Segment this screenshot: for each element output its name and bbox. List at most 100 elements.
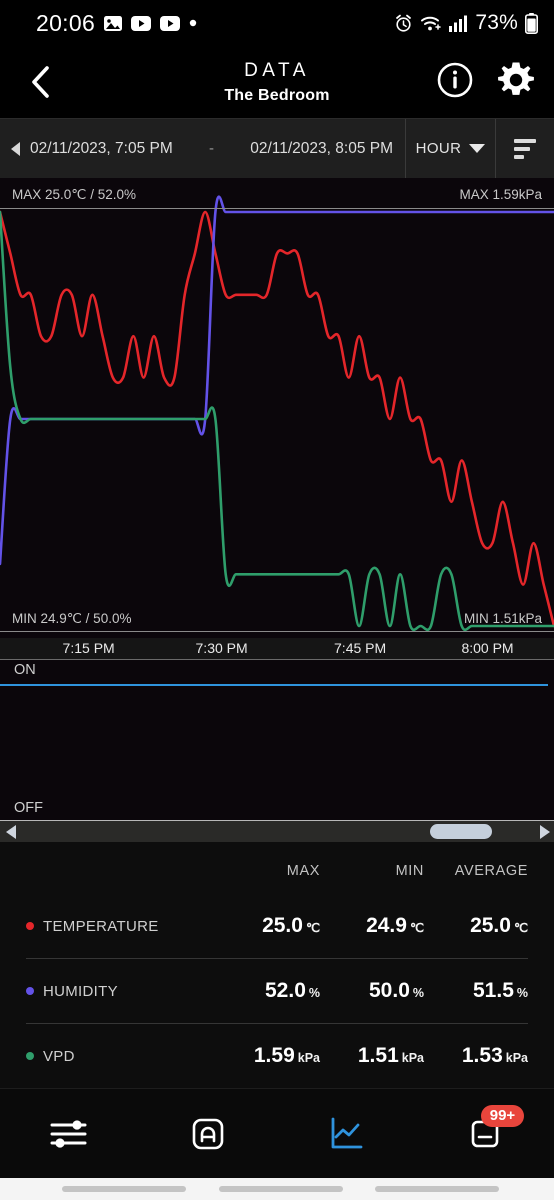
unit: ℃	[305, 921, 320, 935]
back-button[interactable]	[18, 59, 64, 105]
chevron-down-icon	[469, 144, 486, 153]
legend-dot-icon	[26, 987, 34, 995]
battery-percent-label: 73%	[475, 11, 518, 34]
unit: ℃	[409, 921, 424, 935]
filter-lines-icon	[514, 138, 536, 159]
horizontal-scrollbar[interactable]	[0, 820, 554, 842]
gesture-pill[interactable]	[375, 1186, 499, 1192]
on-state-line	[0, 684, 548, 686]
caret-right-icon[interactable]	[540, 824, 550, 839]
page-subtitle: The Bedroom	[224, 86, 330, 104]
chevron-left-icon	[32, 66, 49, 98]
unit: kPa	[401, 1051, 424, 1065]
table-row[interactable]: VPD 1.59 kPa 1.51 kPa 1.53 kPa	[26, 1024, 528, 1088]
time-tick-label: 7:45 PM	[334, 640, 387, 656]
device-state-panel[interactable]: ON OFF	[0, 660, 554, 820]
temperature-average: 25.0 ℃	[424, 914, 528, 938]
nav-item-controls[interactable]	[0, 1089, 139, 1178]
nav-item-data[interactable]	[277, 1089, 416, 1178]
unit: kPa	[505, 1051, 528, 1065]
unit: %	[308, 986, 320, 1000]
chart-bottom-rule	[0, 631, 554, 632]
chart-max-right-label: MAX 1.59kPa	[459, 187, 542, 202]
on-label: ON	[14, 662, 36, 678]
caret-left-icon[interactable]	[6, 824, 16, 839]
gesture-pill[interactable]	[219, 1186, 343, 1192]
date-range-selector[interactable]: 02/11/2023, 7:05 PM - 02/11/2023, 8:05 P…	[0, 119, 405, 178]
value: 52.0	[265, 979, 306, 1002]
sensor-chart[interactable]: MAX 25.0℃ / 52.0% MAX 1.59kPa MIN 24.9℃ …	[0, 178, 554, 638]
value: 51.5	[473, 979, 514, 1002]
humidity-min: 50.0%	[320, 979, 424, 1003]
chart-time-axis: 7:15 PM 7:30 PM 7:45 PM 8:00 PM	[0, 638, 554, 660]
nav-item-auto-mode[interactable]	[139, 1089, 278, 1178]
chart-plot-area	[0, 178, 554, 638]
bottom-navigation: 99+	[0, 1088, 554, 1178]
youtube-icon	[131, 15, 152, 31]
photos-icon	[104, 15, 123, 32]
notification-badge: 99+	[480, 1105, 525, 1127]
table-header-row: MAX MIN AVERAGE	[26, 848, 528, 894]
sliders-icon	[50, 1119, 87, 1148]
series-name: HUMIDITY	[43, 982, 118, 1000]
info-button[interactable]	[436, 61, 474, 104]
info-icon	[437, 62, 473, 97]
series-name: TEMPERATURE	[43, 917, 159, 935]
status-clock: 20:06	[36, 9, 96, 36]
legend-dot-icon	[26, 1052, 34, 1060]
column-header-min: MIN	[395, 863, 424, 879]
auto-mode-icon	[192, 1118, 224, 1149]
off-label: OFF	[14, 800, 43, 816]
header-actions	[436, 60, 536, 105]
time-tick-label: 8:00 PM	[461, 640, 514, 656]
value: 1.53	[461, 1044, 503, 1067]
legend-dot-icon	[26, 922, 34, 930]
chart-series-vpd	[0, 212, 554, 630]
alarm-icon	[394, 14, 413, 33]
status-bar-right: 73%	[394, 11, 538, 35]
caret-left-icon[interactable]	[6, 141, 24, 157]
chart-max-left-label: MAX 25.0℃ / 52.0%	[12, 187, 136, 202]
gear-icon	[498, 62, 534, 95]
settings-button[interactable]	[496, 60, 536, 105]
dot-icon	[189, 19, 197, 27]
time-tick-label: 7:30 PM	[195, 640, 248, 656]
value: 1.59	[253, 1044, 295, 1067]
time-tick-label: 7:15 PM	[62, 640, 115, 656]
vpd-min: 1.51 kPa	[320, 1044, 424, 1068]
value: 25.0	[470, 914, 511, 937]
app-header: DATA The Bedroom	[0, 46, 554, 118]
gesture-pill[interactable]	[62, 1186, 186, 1192]
wifi-icon	[420, 14, 442, 32]
humidity-average: 51.5%	[424, 979, 528, 1003]
temperature-min: 24.9 ℃	[320, 914, 424, 938]
scrollbar-thumb[interactable]	[429, 824, 492, 839]
table-row[interactable]: TEMPERATURE 25.0 ℃ 24.9 ℃ 25.0 ℃	[26, 894, 528, 958]
page-title: DATA	[244, 59, 310, 81]
unit: kPa	[297, 1051, 320, 1065]
value: 1.51	[357, 1044, 399, 1067]
battery-icon	[525, 12, 538, 34]
vpd-average: 1.53 kPa	[424, 1044, 528, 1068]
chart-min-labels: MIN 24.9℃ / 50.0% MIN 1.51kPa	[0, 611, 554, 629]
value: 25.0	[262, 914, 303, 937]
signal-icon	[449, 15, 468, 32]
column-header-average: AVERAGE	[454, 863, 528, 879]
series-name: VPD	[43, 1047, 75, 1065]
table-row[interactable]: HUMIDITY 52.0% 50.0% 51.5%	[26, 959, 528, 1023]
row-label-temperature: TEMPERATURE	[26, 918, 216, 935]
value: 50.0	[369, 979, 410, 1002]
stats-table: MAX MIN AVERAGE TEMPERATURE 25.0 ℃ 24.9 ℃ …	[0, 842, 554, 1114]
unit: %	[516, 986, 528, 1000]
chart-max-labels: MAX 25.0℃ / 52.0% MAX 1.59kPa	[0, 187, 554, 205]
column-header-max: MAX	[286, 863, 320, 879]
humidity-max: 52.0%	[216, 979, 320, 1003]
chart-line-icon	[331, 1117, 363, 1148]
row-label-humidity: HUMIDITY	[26, 983, 216, 1000]
nav-item-notes[interactable]: 99+	[416, 1089, 554, 1178]
time-unit-dropdown[interactable]: HOUR	[405, 119, 495, 178]
date-end-label: 02/11/2023, 8:05 PM	[250, 139, 393, 157]
filter-button[interactable]	[495, 119, 554, 178]
unit: ℃	[513, 921, 528, 935]
status-bar: 20:06 73%	[0, 0, 554, 46]
